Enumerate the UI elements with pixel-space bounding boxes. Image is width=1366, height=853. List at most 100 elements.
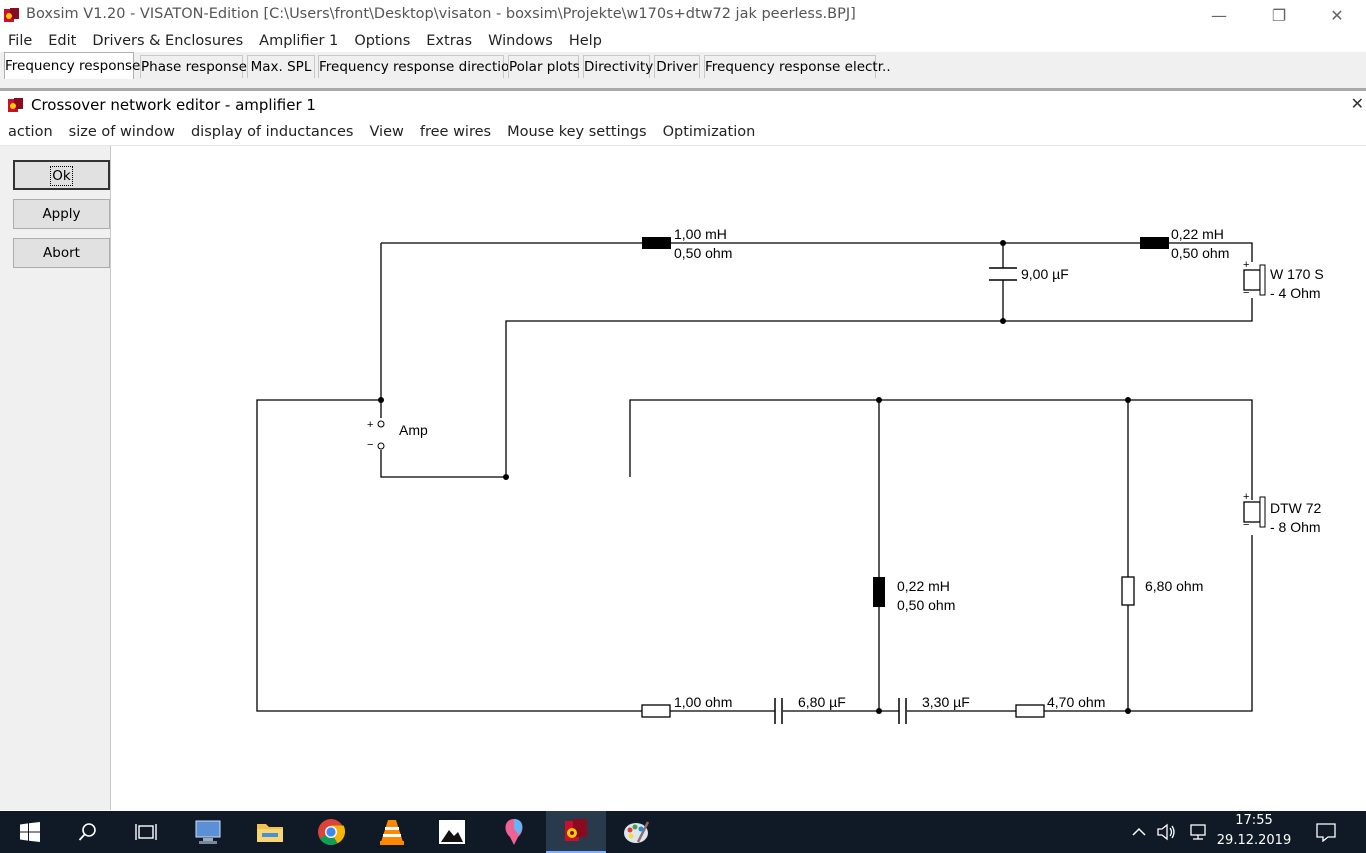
maximize-button[interactable]: ❐ — [1256, 0, 1302, 30]
resistor-r2[interactable]: 4,70 ohm — [1015, 694, 1105, 718]
l2-value: 0,22 mH — [1171, 226, 1224, 242]
tab-max-spl[interactable]: Max. SPL — [247, 55, 315, 78]
resistor-shunt[interactable]: 6,80 ohm — [1121, 576, 1203, 606]
boxsim-taskbar-icon — [565, 819, 587, 841]
taskbar-app-photos[interactable] — [422, 811, 482, 853]
tweeter-driver[interactable]: + − DTW 72 - 8 Ohm — [1243, 491, 1322, 535]
editor-title-bar: Crossover network editor - amplifier 1 ✕ — [0, 91, 1366, 119]
ok-button[interactable]: Ok — [13, 160, 110, 190]
circuit-canvas[interactable]: + − Amp 1,00 mH 0,50 ohm 9,00 µF 0,22 mH… — [111, 146, 1366, 810]
taskbar-app-paint[interactable] — [606, 811, 666, 853]
resistor-r1[interactable]: 1,00 ohm — [641, 694, 732, 718]
tray-volume-button[interactable] — [1152, 811, 1182, 853]
taskbar-app-paint3d[interactable] — [484, 811, 544, 853]
tray-clock[interactable]: 17:55 29.12.2019 — [1214, 811, 1294, 853]
tab-driver[interactable]: Driver — [654, 55, 700, 78]
c1-value: 9,00 µF — [1021, 266, 1069, 282]
start-button[interactable] — [0, 811, 60, 853]
woofer-minus: − — [1243, 287, 1249, 299]
l1-resistance: 0,50 ohm — [674, 245, 732, 261]
boxsim-editor-icon — [8, 98, 23, 112]
r1-value: 1,00 ohm — [674, 694, 732, 710]
abort-button[interactable]: Abort — [13, 238, 110, 268]
task-view-button[interactable] — [116, 811, 176, 853]
window-title: Boxsim V1.20 - VISATON-Edition [C:\Users… — [26, 6, 856, 22]
capacitor-c1[interactable]: 9,00 µF — [989, 266, 1069, 282]
tweeter-name: DTW 72 — [1270, 500, 1322, 516]
editor-menu-bar: action size of window display of inducta… — [0, 120, 1366, 146]
close-button[interactable]: ✕ — [1314, 0, 1360, 30]
taskbar-app-file-explorer[interactable] — [240, 811, 300, 853]
editor-menu-display-of-inductances[interactable]: display of inductances — [183, 120, 361, 145]
clock-time: 17:55 — [1235, 813, 1273, 828]
woofer-driver[interactable]: + − W 170 S - 4 Ohm — [1243, 259, 1324, 301]
inductor-l3[interactable]: 0,22 mH 0,50 ohm — [873, 577, 955, 613]
tab-directivity[interactable]: Directivity — [583, 55, 653, 78]
chrome-icon — [318, 819, 345, 846]
tab-phase-response[interactable]: Phase response — [140, 55, 247, 78]
menu-file[interactable]: File — [0, 30, 40, 52]
tab-polar-plots[interactable]: Polar plots — [508, 55, 580, 78]
r2-value: 4,70 ohm — [1047, 694, 1105, 710]
paint-palette-icon — [624, 821, 650, 843]
menu-edit[interactable]: Edit — [40, 30, 84, 52]
l3-resistance: 0,50 ohm — [897, 597, 955, 613]
tray-overflow-button[interactable] — [1124, 811, 1154, 853]
windows-logo-icon — [20, 822, 40, 842]
menu-extras[interactable]: Extras — [418, 30, 480, 52]
amp-plus-label: + — [367, 419, 373, 431]
search-icon — [78, 823, 96, 841]
action-center-button[interactable] — [1306, 811, 1346, 853]
notification-icon — [1316, 823, 1336, 842]
c3-value: 3,30 µF — [922, 694, 970, 710]
taskbar-app-boxsim[interactable] — [546, 811, 606, 853]
amp-minus-label: − — [367, 439, 373, 451]
tab-frequency-response-directions[interactable]: Frequency response directions — [318, 55, 525, 78]
l1-value: 1,00 mH — [674, 226, 727, 242]
network-icon — [1190, 824, 1206, 840]
editor-menu-action[interactable]: action — [0, 120, 61, 145]
tab-frequency-response-electrical[interactable]: Frequency response electr.. — [704, 55, 891, 78]
editor-menu-optimization[interactable]: Optimization — [655, 120, 764, 145]
computer-icon — [195, 820, 221, 844]
taskbar-app-vlc[interactable] — [362, 811, 422, 853]
r-shunt-value: 6,80 ohm — [1145, 578, 1203, 594]
tab-strip: Frequency response. Phase response Max. … — [0, 52, 1366, 91]
minimize-button[interactable]: — — [1196, 0, 1242, 30]
menu-drivers-enclosures[interactable]: Drivers & Enclosures — [84, 30, 251, 52]
woofer-impedance: - 4 Ohm — [1270, 285, 1321, 301]
woofer-name: W 170 S — [1270, 266, 1324, 282]
taskbar-app-computer[interactable] — [178, 811, 238, 853]
editor-title: Crossover network editor - amplifier 1 — [31, 96, 316, 114]
l2-resistance: 0,50 ohm — [1171, 245, 1229, 261]
menu-amplifier-1[interactable]: Amplifier 1 — [251, 30, 346, 52]
menu-windows[interactable]: Windows — [480, 30, 561, 52]
capacitor-c3[interactable]: 3,30 µF — [898, 694, 970, 724]
amp-terminals[interactable]: + − Amp — [367, 418, 428, 451]
tray-network-button[interactable] — [1184, 811, 1214, 853]
menu-help[interactable]: Help — [561, 30, 610, 52]
tweeter-impedance: - 8 Ohm — [1270, 519, 1321, 535]
apply-button[interactable]: Apply — [13, 199, 110, 229]
speaker-icon — [1157, 823, 1175, 841]
vlc-cone-icon — [380, 820, 404, 845]
c2-value: 6,80 µF — [798, 694, 846, 710]
paint-3d-icon — [505, 819, 523, 845]
l3-value: 0,22 mH — [897, 578, 950, 594]
editor-menu-view[interactable]: View — [361, 120, 411, 145]
folder-icon — [257, 824, 283, 842]
editor-menu-size-of-window[interactable]: size of window — [61, 120, 183, 145]
windows-taskbar: 17:55 29.12.2019 — [0, 811, 1366, 853]
clock-date: 29.12.2019 — [1216, 833, 1292, 848]
menu-options[interactable]: Options — [346, 30, 418, 52]
editor-menu-mouse-key-settings[interactable]: Mouse key settings — [499, 120, 654, 145]
taskbar-app-chrome[interactable] — [301, 811, 361, 853]
main-menu-bar: File Edit Drivers & Enclosures Amplifier… — [0, 30, 1366, 52]
tab-frequency-response[interactable]: Frequency response. — [4, 52, 145, 79]
editor-menu-free-wires[interactable]: free wires — [412, 120, 499, 145]
search-button[interactable] — [58, 811, 118, 853]
tweeter-plus: + — [1243, 491, 1249, 503]
woofer-plus: + — [1243, 259, 1249, 271]
capacitor-c2[interactable]: 6,80 µF — [774, 694, 846, 724]
editor-close-icon[interactable]: ✕ — [1351, 94, 1364, 113]
